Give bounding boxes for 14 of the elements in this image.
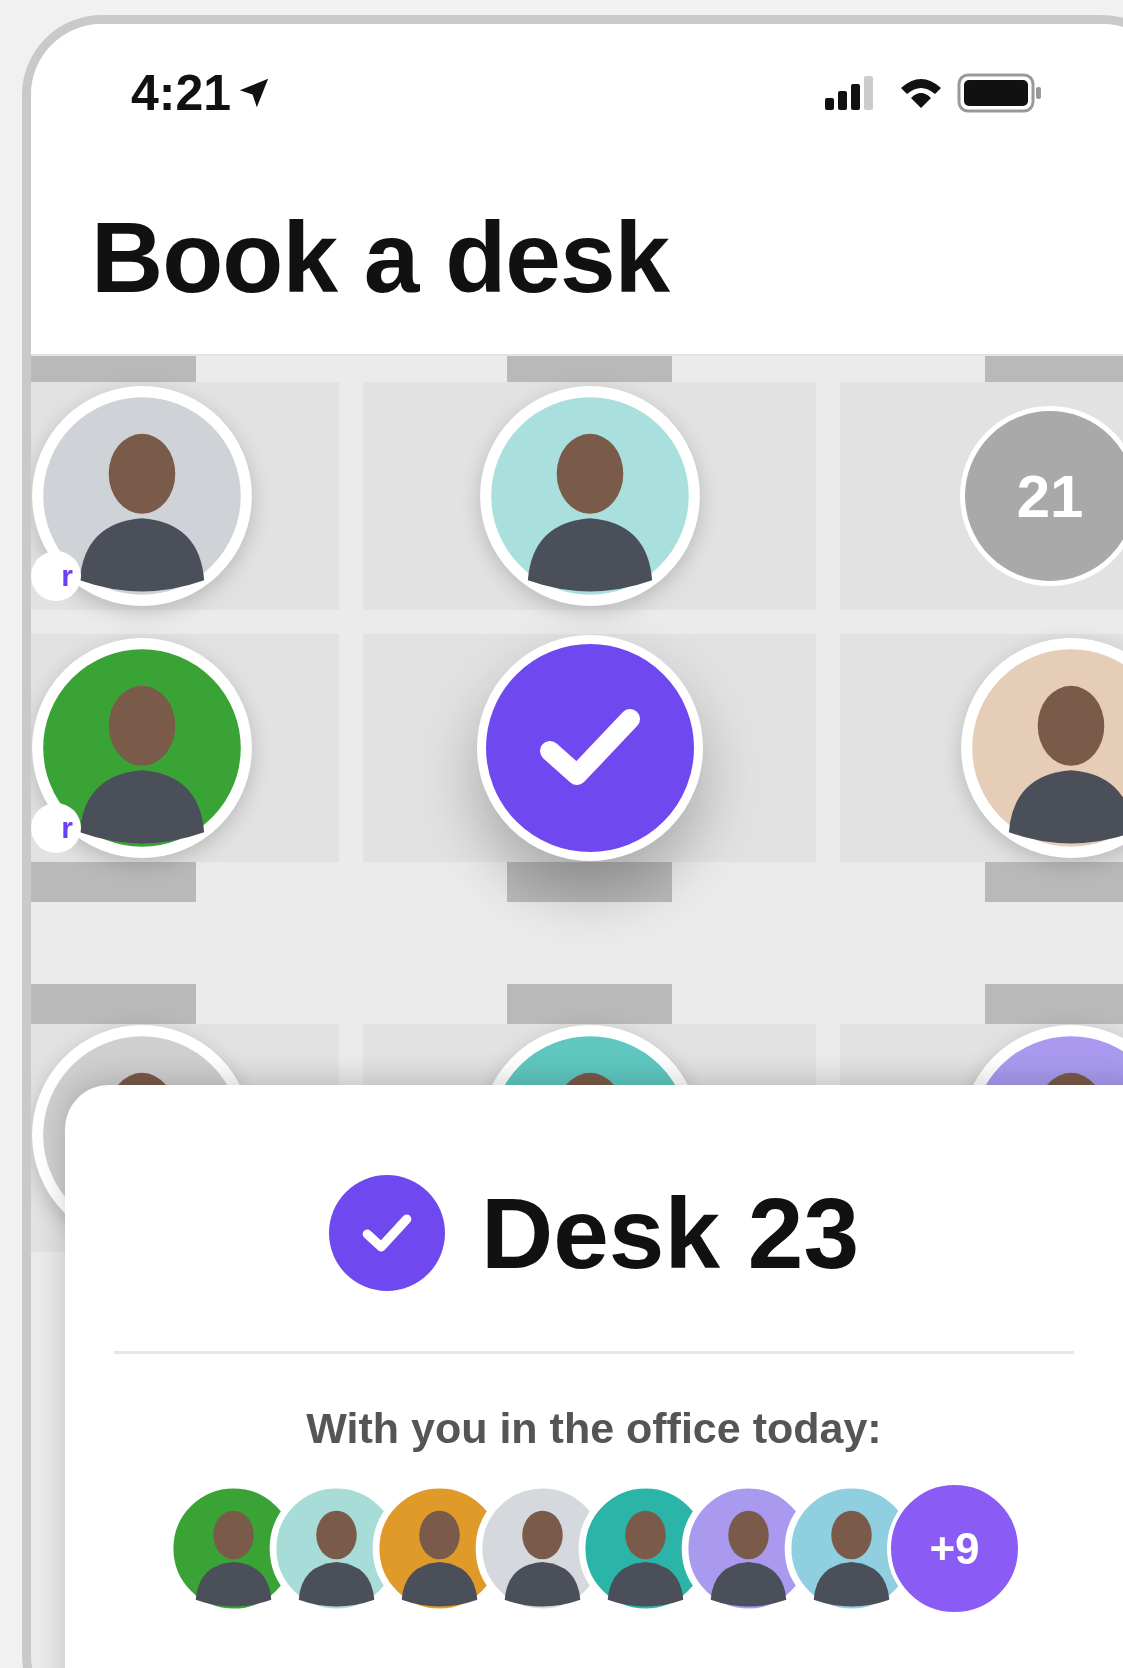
badge: r [31,803,81,853]
desk-number[interactable]: 21 [960,406,1123,586]
desk[interactable]: r [31,382,339,610]
status-time: 4:21 [131,63,232,122]
page-title: Book a desk [91,200,670,315]
desk[interactable] [840,634,1123,862]
badge: r [31,551,81,601]
desk-title: Desk 23 [480,1175,860,1291]
desk[interactable]: 21 [840,382,1123,610]
desk[interactable]: r [31,634,339,862]
battery-icon [957,72,1043,113]
attendees-label: With you in the office today: [306,1404,882,1453]
desk[interactable] [363,634,816,862]
desk[interactable] [363,382,816,610]
